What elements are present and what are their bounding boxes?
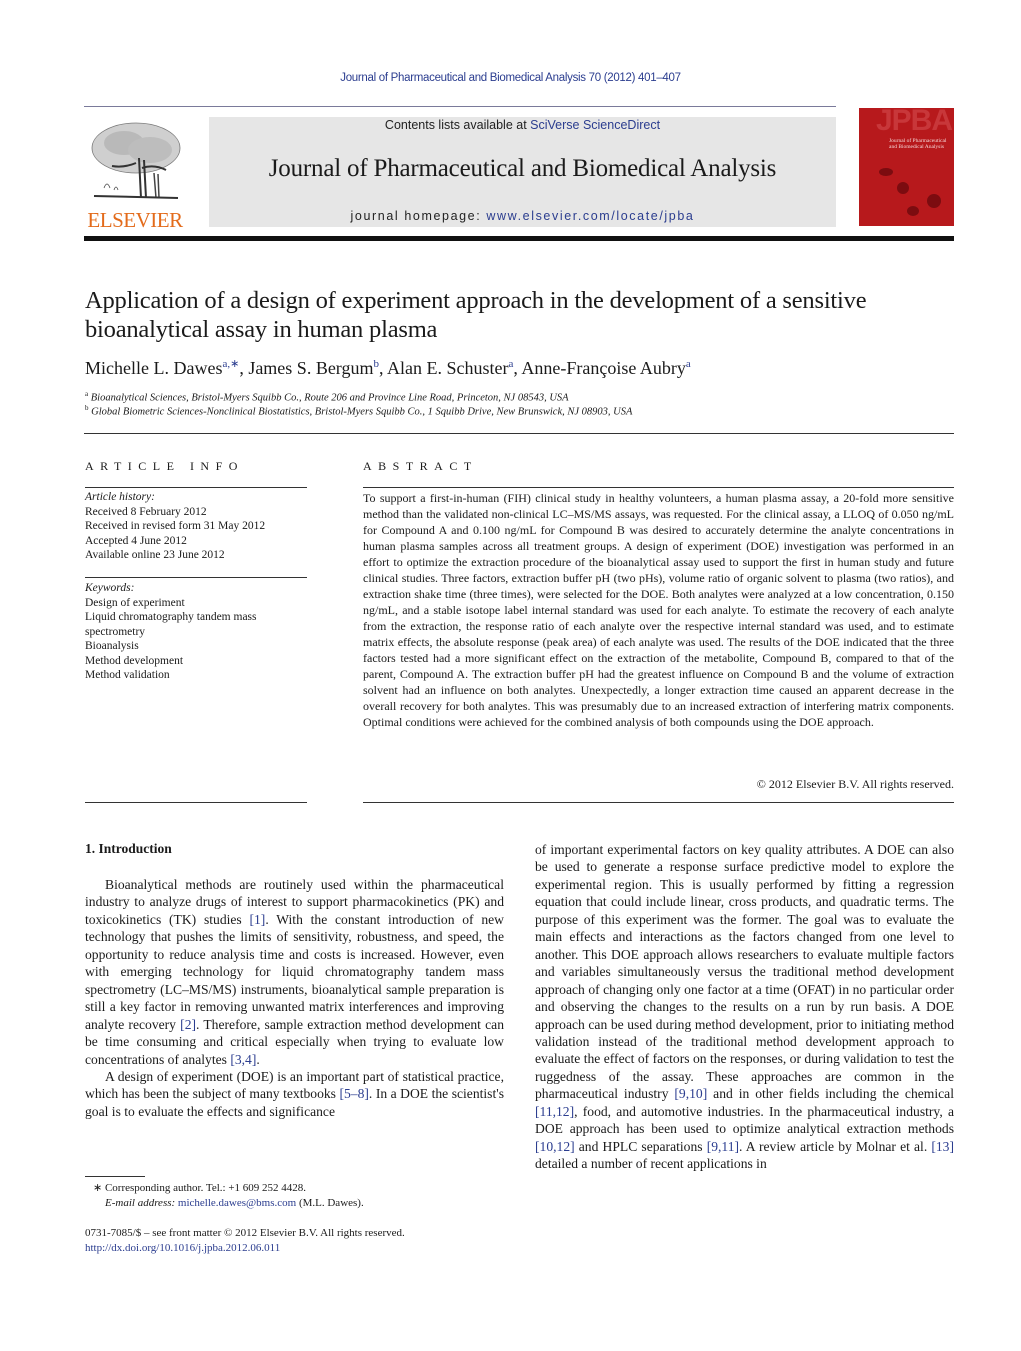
paragraph-text: of important experimental factors on key… <box>535 842 954 1102</box>
doi-link[interactable]: http://dx.doi.org/10.1016/j.jpba.2012.06… <box>85 1241 505 1256</box>
journal-title: Journal of Pharmaceutical and Biomedical… <box>268 155 777 182</box>
paragraph-text: , food, and automotive industries. In th… <box>535 1103 954 1137</box>
elsevier-logo[interactable]: ELSEVIER <box>84 118 186 232</box>
cover-decoration <box>927 194 941 208</box>
journal-masthead: Contents lists available at SciVerse Sci… <box>209 117 836 227</box>
author-affiliation-mark[interactable]: a <box>686 358 691 370</box>
keyword: Bioanalysis <box>85 640 139 652</box>
citation-link[interactable]: [9,10] <box>674 1086 707 1101</box>
paragraph-text: detailed a number of recent applications… <box>535 1156 767 1172</box>
paragraph-text: . With the constant introduction of new … <box>85 911 504 1032</box>
cover-subtitle-line: and Biomedical Analysis <box>889 144 944 150</box>
cover-decoration <box>879 168 893 176</box>
tree-icon <box>91 122 181 199</box>
body-paragraph: Bioanalytical methods are routinely used… <box>85 876 504 1068</box>
cover-title: JPBA <box>875 108 953 137</box>
footnote: ∗ Corresponding author. Tel.: +1 609 252… <box>85 1181 505 1211</box>
front-matter: 0731-7085/$ – see front matter © 2012 El… <box>85 1226 505 1256</box>
journal-cover-thumbnail[interactable]: JPBA Journal of Pharmaceutical and Biome… <box>859 108 954 226</box>
divider <box>363 802 954 803</box>
body-paragraph: of important experimental factors on key… <box>535 841 954 1173</box>
journal-homepage-link[interactable]: www.elsevier.com/locate/jpba <box>486 209 694 223</box>
elsevier-wordmark: ELSEVIER <box>87 208 183 232</box>
paragraph-text: and in other fields including the chemic… <box>707 1086 954 1102</box>
history-item: Available online 23 June 2012 <box>85 549 225 561</box>
paragraph-text: and HPLC separations <box>574 1138 707 1154</box>
keyword: Method development <box>85 654 184 667</box>
body-paragraph: A design of experiment (DOE) is an impor… <box>85 1068 504 1120</box>
author[interactable]: Anne-Françoise Aubrya <box>521 358 690 378</box>
header-heavy-rule <box>84 236 954 241</box>
divider <box>85 802 307 803</box>
header-rule <box>84 106 836 107</box>
cover-subtitle: Journal of Pharmaceutical and Biomedical… <box>889 138 946 150</box>
citation-link[interactable]: [9,11] <box>707 1139 739 1154</box>
divider <box>85 487 307 488</box>
citation-link[interactable]: [5–8] <box>339 1086 368 1101</box>
affiliation: b Global Biometric Sciences-Nonclinical … <box>85 404 632 418</box>
email-label: E-mail address: <box>105 1197 178 1209</box>
journal-reference-link[interactable]: Journal of Pharmaceutical and Biomedical… <box>0 72 1021 84</box>
paragraph-text: . <box>256 1051 260 1067</box>
corresponding-author-note: ∗ Corresponding author. Tel.: +1 609 252… <box>93 1182 307 1194</box>
sciencedirect-link[interactable]: SciVerse ScienceDirect <box>530 118 660 132</box>
citation-link[interactable]: [10,12] <box>535 1139 575 1154</box>
email-link[interactable]: michelle.dawes@bms.com <box>178 1197 296 1209</box>
author[interactable]: Alan E. Schustera <box>387 358 513 378</box>
article-title: Application of a design of experiment ap… <box>85 287 867 343</box>
section-heading: 1. Introduction <box>85 841 172 856</box>
citation-link[interactable]: [11,12] <box>535 1104 574 1119</box>
article-history: Article history: Received 8 February 201… <box>85 490 310 563</box>
footnote-rule <box>85 1176 145 1177</box>
history-item: Accepted 4 June 2012 <box>85 534 187 547</box>
keyword: Method validation <box>85 669 170 681</box>
email-line: E-mail address: michelle.dawes@bms.com (… <box>85 1196 505 1211</box>
abstract-heading: ABSTRACT <box>363 459 478 473</box>
divider <box>85 577 307 578</box>
affiliation-mark: a <box>85 390 89 398</box>
citation-link[interactable]: [2] <box>180 1017 196 1032</box>
abstract-text: To support a first-in-human (FIH) clinic… <box>363 491 954 729</box>
front-matter-text: 0731-7085/$ – see front matter © 2012 El… <box>85 1227 405 1239</box>
author-name: James S. Bergum <box>248 358 374 378</box>
author-affiliation-mark[interactable]: b <box>373 358 379 370</box>
contents-prefix: Contents lists available at <box>384 118 531 132</box>
divider <box>363 487 954 488</box>
history-label: Article history: <box>85 491 155 503</box>
keywords-label: Keywords: <box>85 582 135 594</box>
homepage-line: journal homepage: www.elsevier.com/locat… <box>209 209 836 223</box>
divider <box>84 433 954 434</box>
keywords: Keywords: Design of experiment Liquid ch… <box>85 581 310 683</box>
citation-link[interactable]: [3,4] <box>230 1052 256 1067</box>
contents-line: Contents lists available at SciVerse Sci… <box>209 118 836 132</box>
body-column-right: of important experimental factors on key… <box>535 841 954 1173</box>
author-name: Alan E. Schuster <box>387 358 509 378</box>
email-suffix: (M.L. Dawes). <box>296 1197 364 1209</box>
affiliation-text: Bioanalytical Sciences, Bristol-Myers Sq… <box>90 392 569 404</box>
affiliation-mark: b <box>85 404 89 412</box>
homepage-prefix: journal homepage: <box>350 209 487 223</box>
citation-link[interactable]: [13] <box>931 1139 954 1154</box>
affiliation: a Bioanalytical Sciences, Bristol-Myers … <box>85 390 569 404</box>
copyright-notice: © 2012 Elsevier B.V. All rights reserved… <box>756 777 954 791</box>
paragraph-text: . A review article by Molnar et al. <box>739 1138 932 1154</box>
citation-link[interactable]: [1] <box>249 912 265 927</box>
author-name: Michelle L. Dawes <box>85 358 223 378</box>
author-affiliation-mark[interactable]: a <box>508 358 513 370</box>
cover-decoration <box>907 206 919 216</box>
cover-decoration <box>897 182 909 194</box>
author-list: Michelle L. Dawesa,∗, James S. Bergumb, … <box>85 358 691 378</box>
keyword: Liquid chromatography tandem mass spectr… <box>85 611 257 638</box>
history-item: Received 8 February 2012 <box>85 505 207 518</box>
history-item: Received in revised form 31 May 2012 <box>85 520 266 532</box>
body-column-left: Bioanalytical methods are routinely used… <box>85 876 504 1120</box>
article-info-heading: ARTICLE INFO <box>85 459 244 473</box>
author[interactable]: Michelle L. Dawesa,∗ <box>85 358 239 378</box>
author-name: Anne-Françoise Aubry <box>521 358 686 378</box>
author[interactable]: James S. Bergumb <box>248 358 379 378</box>
affiliation-text: Global Biometric Sciences-Nonclinical Bi… <box>91 406 633 418</box>
keyword: Design of experiment <box>85 596 185 609</box>
author-affiliation-mark[interactable]: a,∗ <box>222 358 239 370</box>
